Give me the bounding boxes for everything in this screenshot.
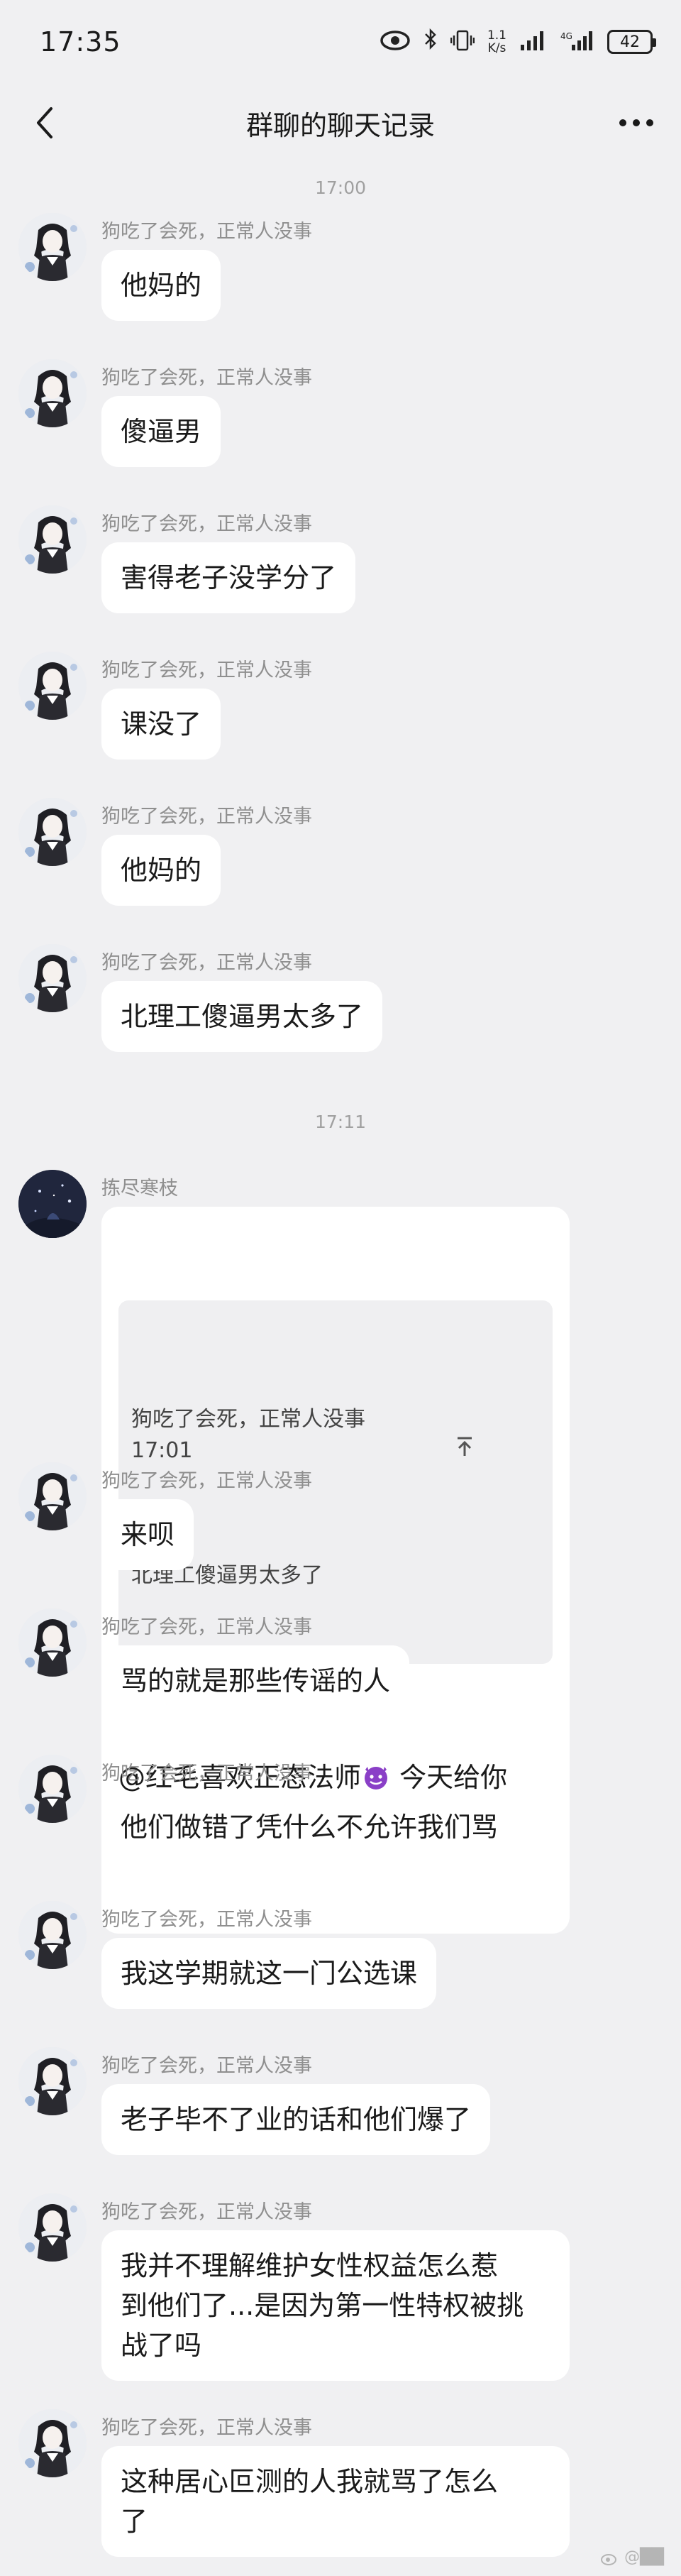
status-time: 17:35 bbox=[40, 26, 121, 57]
net-speed: 1.1 K/s bbox=[487, 28, 506, 55]
page-title: 群聊的聊天记录 bbox=[245, 109, 435, 141]
avatar[interactable] bbox=[18, 505, 87, 574]
message-row: 狗吃了会死，正常人没事 傻逼男 bbox=[0, 359, 681, 501]
message-row: 狗吃了会死，正常人没事 我这学期就这一门公选课 bbox=[0, 1901, 681, 2043]
avatar[interactable] bbox=[18, 1170, 87, 1238]
sender-name: 狗吃了会死，正常人没事 bbox=[101, 1616, 312, 1638]
sender-name: 狗吃了会死，正常人没事 bbox=[101, 1763, 312, 1785]
avatar[interactable] bbox=[18, 1755, 87, 1823]
back-button[interactable] bbox=[21, 99, 68, 146]
watermark: @██ bbox=[600, 2548, 664, 2566]
sender-name: 狗吃了会死，正常人没事 bbox=[101, 221, 312, 243]
sender-name: 狗吃了会死，正常人没事 bbox=[101, 2417, 312, 2439]
battery-icon: 42 bbox=[607, 30, 656, 54]
avatar[interactable] bbox=[18, 798, 87, 866]
more-dots-icon bbox=[619, 119, 653, 126]
sender-name: 狗吃了会死，正常人没事 bbox=[101, 1470, 312, 1492]
eye-icon bbox=[380, 30, 411, 54]
message-bubble[interactable]: 来呗 bbox=[101, 1499, 194, 1570]
message-row: 狗吃了会死，正常人没事 北理工傻逼男太多了 bbox=[0, 944, 681, 1086]
chat-header: 群聊的聊天记录 bbox=[0, 84, 681, 162]
message-bubble[interactable]: 课没了 bbox=[101, 689, 221, 760]
signal-1-icon bbox=[519, 29, 548, 55]
avatar[interactable] bbox=[18, 2409, 87, 2477]
message-bubble[interactable]: 他们做错了凭什么不允许我们骂 bbox=[101, 1792, 518, 1863]
chevron-left-icon bbox=[37, 107, 52, 138]
sender-name: 狗吃了会死，正常人没事 bbox=[101, 513, 312, 535]
avatar[interactable] bbox=[18, 944, 87, 1012]
bluetooth-icon bbox=[423, 28, 438, 56]
message-bubble[interactable]: 我这学期就这一门公选课 bbox=[101, 1938, 437, 2009]
avatar[interactable] bbox=[18, 652, 87, 720]
message-row: 狗吃了会死，正常人没事 课没了 bbox=[0, 652, 681, 794]
status-icons: 1.1 K/s 4G 42 bbox=[380, 28, 656, 56]
message-row: 狗吃了会死，正常人没事 骂的就是那些传谣的人 bbox=[0, 1608, 681, 1750]
message-row: 狗吃了会死，正常人没事 他妈的 bbox=[0, 213, 681, 355]
message-bubble[interactable]: 老子毕不了业的话和他们爆了 bbox=[101, 2084, 491, 2155]
message-bubble[interactable]: 傻逼男 bbox=[101, 396, 221, 467]
sender-name: 拣尽寒枝 bbox=[101, 1178, 178, 1200]
sender-name: 狗吃了会死，正常人没事 bbox=[101, 2055, 312, 2077]
quote-author-time: 狗吃了会死，正常人没事 17:01 bbox=[131, 1407, 372, 1463]
avatar[interactable] bbox=[18, 2193, 87, 2262]
status-bar: 17:35 1.1 K/s 4G 42 bbox=[0, 0, 681, 84]
message-row: 狗吃了会死，正常人没事 他们做错了凭什么不允许我们骂 bbox=[0, 1755, 681, 1897]
weibo-icon bbox=[601, 2553, 617, 2565]
message-bubble[interactable]: 他妈的 bbox=[101, 835, 221, 906]
message-bubble[interactable]: 骂的就是那些传谣的人 bbox=[101, 1645, 410, 1716]
sender-name: 狗吃了会死，正常人没事 bbox=[101, 952, 312, 974]
vibrate-icon bbox=[450, 29, 475, 55]
message-bubble[interactable]: 这种居心叵测的人我就骂了怎么 了 bbox=[101, 2446, 570, 2557]
message-bubble[interactable]: 害得老子没学分了 bbox=[101, 542, 356, 613]
sender-name: 狗吃了会死，正常人没事 bbox=[101, 2201, 312, 2223]
svg-text:4G: 4G bbox=[560, 31, 572, 41]
sender-name: 狗吃了会死，正常人没事 bbox=[101, 1909, 312, 1931]
signal-2-icon: 4G bbox=[560, 29, 594, 55]
sender-name: 狗吃了会死，正常人没事 bbox=[101, 806, 312, 828]
more-button[interactable] bbox=[613, 99, 660, 146]
avatar[interactable] bbox=[18, 1462, 87, 1530]
message-bubble[interactable]: 我并不理解维护女性权益怎么惹 到他们了...是因为第一性特权被挑 战了吗 bbox=[101, 2230, 570, 2381]
sender-name: 狗吃了会死，正常人没事 bbox=[101, 659, 312, 681]
message-bubble[interactable]: 北理工傻逼男太多了 bbox=[101, 981, 383, 1052]
avatar[interactable] bbox=[18, 1608, 87, 1677]
sender-name: 狗吃了会死，正常人没事 bbox=[101, 367, 312, 389]
timestamp: 17:00 bbox=[314, 177, 367, 198]
avatar[interactable] bbox=[18, 1901, 87, 1969]
message-row: 狗吃了会死，正常人没事 我并不理解维护女性权益怎么惹 到他们了...是因为第一性… bbox=[0, 2193, 681, 2413]
message-row: 狗吃了会死，正常人没事 他妈的 bbox=[0, 798, 681, 940]
message-row: 狗吃了会死，正常人没事 来呗 bbox=[0, 1462, 681, 1604]
message-row: 狗吃了会死，正常人没事 老子毕不了业的话和他们爆了 bbox=[0, 2047, 681, 2189]
avatar[interactable] bbox=[18, 213, 87, 281]
timestamp: 17:11 bbox=[314, 1112, 367, 1132]
message-row-reply: 拣尽寒枝 狗吃了会死，正常人没事 17:01 北理工傻逼男太多了 @红毛喜欢正态… bbox=[0, 1170, 681, 1934]
avatar[interactable] bbox=[18, 359, 87, 427]
message-row: 狗吃了会死，正常人没事 害得老子没学分了 bbox=[0, 505, 681, 647]
message-row: 狗吃了会死，正常人没事 这种居心叵测的人我就骂了怎么 了 bbox=[0, 2409, 681, 2576]
message-bubble[interactable]: 他妈的 bbox=[101, 250, 221, 321]
avatar[interactable] bbox=[18, 2047, 87, 2115]
